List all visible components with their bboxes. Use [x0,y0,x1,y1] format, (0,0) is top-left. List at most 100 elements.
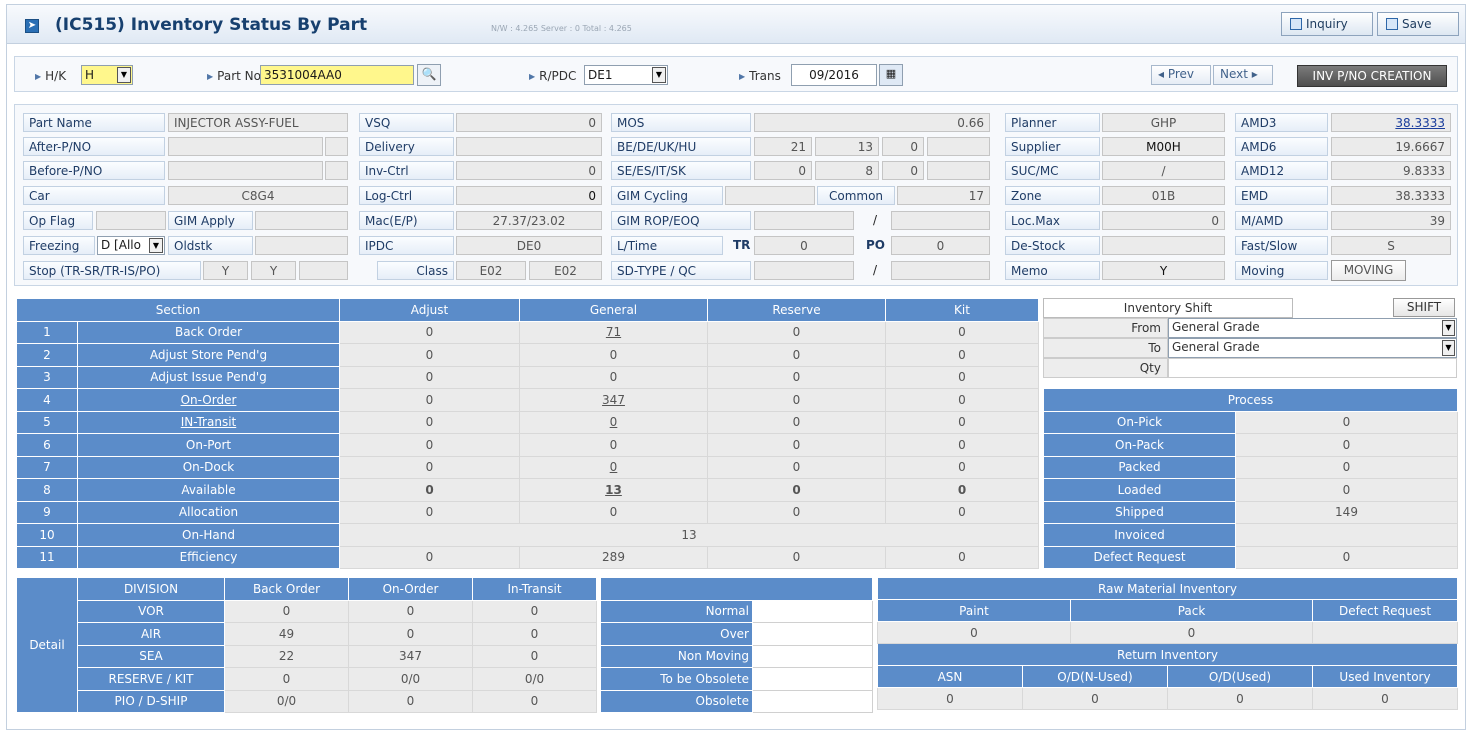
reserve-header: Reserve [707,298,886,322]
save-icon [1386,18,1398,30]
freezing-label: Freezing [23,236,95,255]
trans-label: ▶ Trans [739,69,781,83]
hk-select[interactable]: H ▼ [81,65,133,85]
chevron-down-icon: ▼ [149,238,163,253]
table-row: Normal [600,599,873,623]
de-stock-label: De-Stock [1005,236,1100,255]
table-row: PIO / D-SHIP 0/0 0 0 [17,689,597,713]
in-transit-general-link[interactable]: 0 [519,410,708,434]
memo-label: Memo [1005,261,1100,280]
on-order-link[interactable]: On-Order [181,393,237,407]
in-transit-link[interactable]: IN-Transit [181,415,237,429]
table-row: To be Obsolete [600,667,873,691]
fast-slow-label: Fast/Slow [1235,236,1328,255]
qty-input[interactable] [1168,358,1457,378]
table-row: 2 Adjust Store Pend'g 0 0 0 0 [16,343,1039,367]
inquiry-button[interactable]: Inquiry [1281,12,1373,36]
prev-button[interactable]: ◂ Prev [1151,65,1211,85]
table-row: Packed 0 [1043,455,1458,479]
detail-header-row: Detail DIVISION Back Order On-Order In-Tran… [16,577,597,713]
calendar-icon[interactable]: ▦ [879,64,903,86]
inv-pno-creation-button[interactable]: INV P/NO CREATION [1297,65,1447,87]
before-pno-label: Before-P/NO [23,161,165,180]
available-general-link[interactable]: 13 [519,478,708,502]
supplier-value: M00H [1102,137,1225,156]
se-value-4 [927,161,990,180]
vsq-value: 0 [456,113,602,132]
chevron-down-icon: ▼ [117,67,131,83]
arrow-icon: ➤ [25,19,39,33]
gim-apply-label: GIM Apply [168,211,253,230]
table-row: 8 Available 0 13 0 0 [16,478,1039,502]
amd3-label: AMD3 [1235,113,1328,132]
vsq-label: VSQ [359,113,454,132]
save-button[interactable]: Save [1377,12,1459,36]
freezing-select[interactable]: D [Allo ▼ [97,236,165,255]
from-label: From [1043,318,1168,338]
log-ctrl-value: 0 [456,186,602,205]
mos-label: MOS [611,113,751,132]
be-value-3: 0 [882,137,924,156]
detail-table: Detail DIVISION Back Order On-Order In-Tran… [16,577,597,713]
table-row: 0000 [877,687,1458,710]
rpdc-select[interactable]: DE1 ▼ [584,65,668,85]
ltime-label: L/Time [611,236,723,255]
search-icon[interactable]: 🔍 [417,64,441,86]
emd-value: 38.3333 [1331,186,1451,205]
before-pno-value [168,161,323,180]
search-icon [1290,18,1302,30]
raw-material-table: Raw Material Inventory Paint Pack Defect R… [877,577,1458,710]
amd3-value[interactable]: 38.3333 [1331,113,1451,132]
memo-value: Y [1102,261,1225,280]
table-row: Invoiced [1043,523,1458,547]
from-select[interactable]: General Grade ▼ [1168,318,1457,338]
moving-label: Moving [1235,261,1328,280]
to-select[interactable]: General Grade ▼ [1168,338,1457,358]
loc-max-value: 0 [1102,211,1225,230]
table-row: 4 On-Order 0 347 0 0 [16,388,1039,412]
gim-cycling-value [725,186,815,205]
sd-type-value [754,261,854,280]
kit-header: Kit [885,298,1039,322]
shift-button[interactable]: SHIFT [1393,298,1455,317]
op-flag-value [96,211,166,230]
inventory-shift-title: Inventory Shift [1043,298,1293,318]
on-dock-general-link[interactable]: 0 [519,455,708,479]
inv-ctrl-value: 0 [456,161,602,180]
planner-label: Planner [1005,113,1100,132]
be-value-4 [927,137,990,156]
table-row: 00 [877,621,1458,644]
se-es-it-sk-label: SE/ES/IT/SK [611,161,751,180]
zone-label: Zone [1005,186,1100,205]
part-name-label: Part Name [23,113,165,132]
partno-input[interactable]: 3531004AA0 [260,65,414,85]
se-value-1: 0 [754,161,812,180]
de-stock-value [1102,236,1225,255]
planner-value: GHP [1102,113,1225,132]
section-table: Section Adjust General Reserve Kit 1 Back… [16,298,1039,569]
trans-input[interactable]: 09/2016 [791,64,877,86]
stop-label: Stop (TR-SR/TR-IS/PO) [23,261,201,280]
after-pno-extra [325,137,348,156]
next-button[interactable]: Next ▸ [1213,65,1273,85]
class-value-2: E02 [529,261,602,280]
mac-label: Mac(E/P) [359,211,454,230]
back-order-general-link[interactable]: 71 [519,320,708,344]
m-amd-value: 39 [1331,211,1451,230]
amd12-value: 9.8333 [1331,161,1451,180]
table-row: SEA 22 347 0 [17,644,597,668]
po-value: 0 [891,236,990,255]
suc-mc-value: / [1102,161,1225,180]
section-header-row: Section Adjust General Reserve Kit [16,298,1039,322]
table-row: Loaded 0 [1043,478,1458,502]
on-order-general-link[interactable]: 347 [519,388,708,412]
gim-cycling-label: GIM Cycling [611,186,723,205]
return-inventory-title: Return Inventory [877,643,1458,666]
suc-mc-label: SUC/MC [1005,161,1100,180]
be-value-2: 13 [815,137,879,156]
gim-apply-value [255,211,348,230]
table-row: Shipped 149 [1043,500,1458,524]
gim-rop-eoq-label: GIM ROP/EOQ [611,211,751,230]
table-row: 7 On-Dock 0 0 0 0 [16,455,1039,479]
mos-value: 0.66 [754,113,990,132]
